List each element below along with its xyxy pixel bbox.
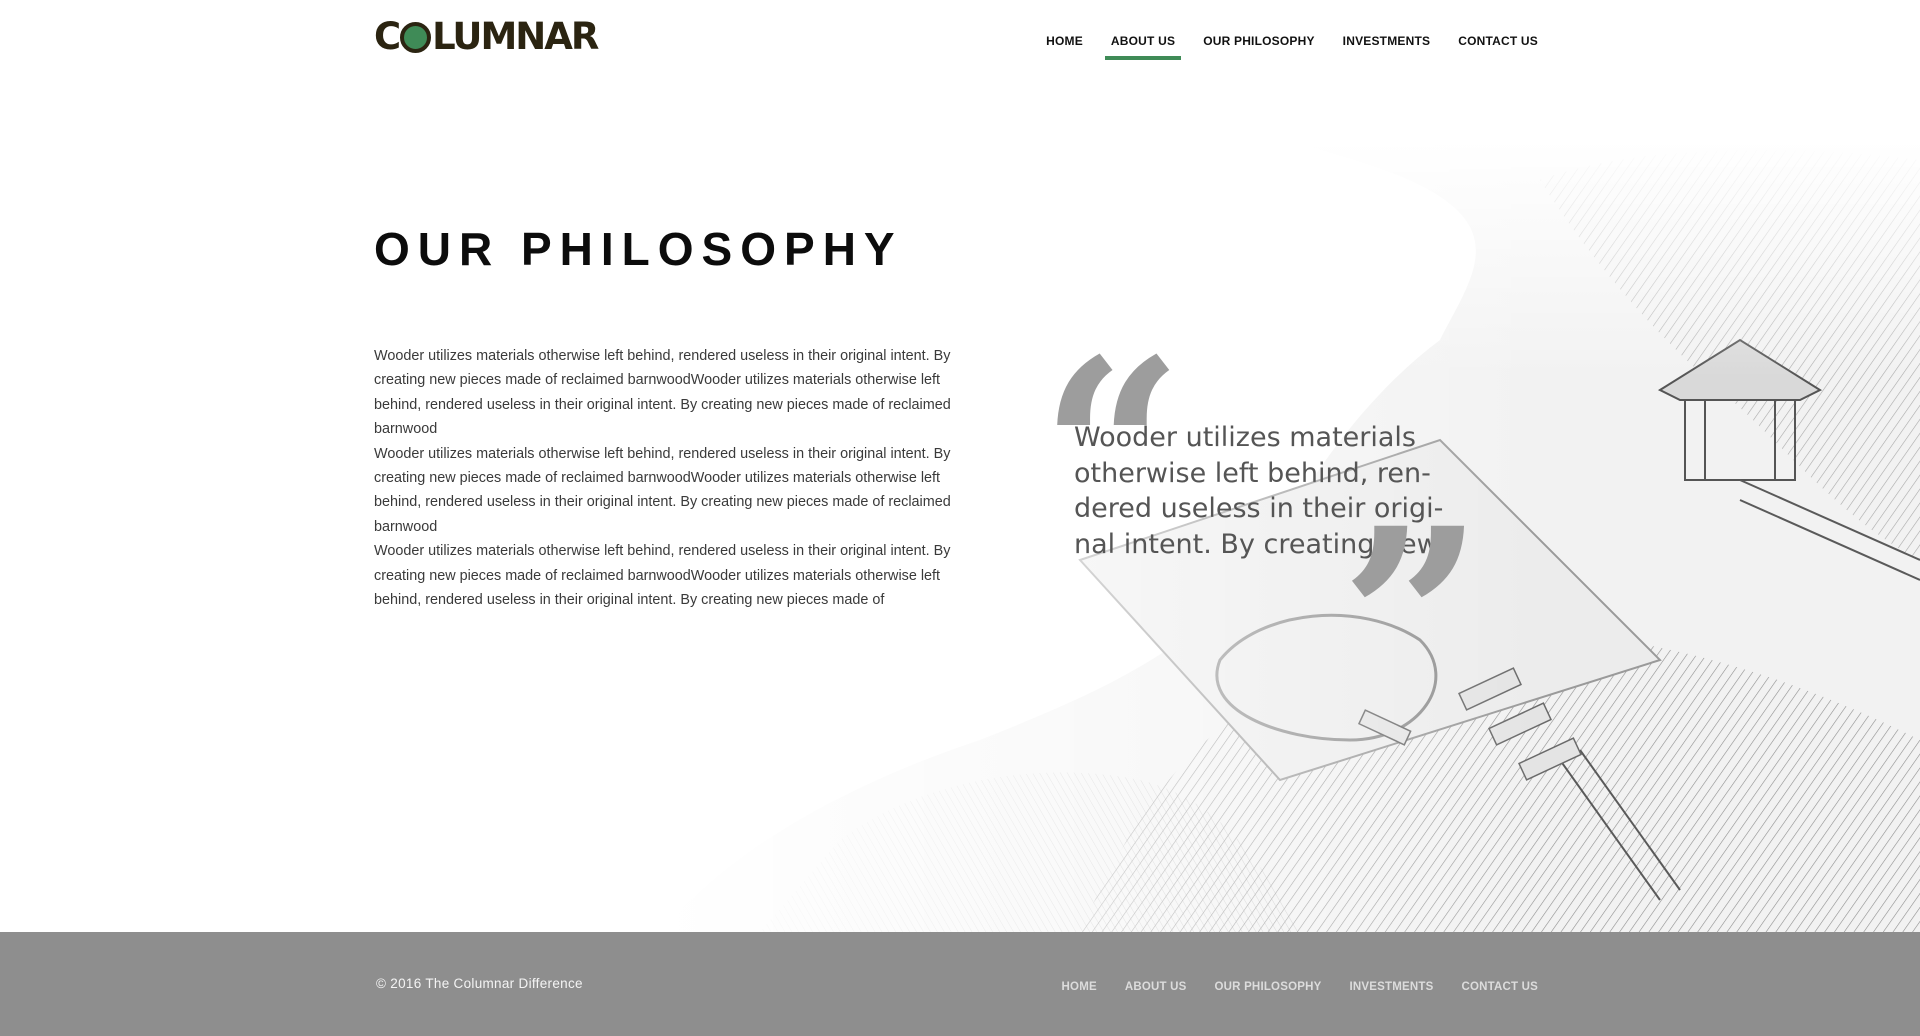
footer-nav-contact-us[interactable]: CONTACT US: [1455, 975, 1544, 1003]
nav-home[interactable]: HOME: [1040, 28, 1089, 58]
footer-nav: HOME ABOUT US OUR PHILOSOPHY INVESTMENTS…: [1040, 975, 1544, 1003]
body-paragraph-2: Wooder utilizes materials otherwise left…: [374, 445, 951, 535]
page-title: OUR PHILOSOPHY: [374, 223, 903, 275]
logo-letters-rest: LUMNAR: [432, 14, 599, 58]
close-quote-mark-icon: ”: [1340, 473, 1484, 767]
nav-about-us[interactable]: ABOUT US: [1104, 28, 1182, 60]
main-nav: HOME ABOUT US OUR PHILOSOPHY INVESTMENTS…: [1024, 28, 1544, 60]
philosophy-body: Wooder utilizes materials otherwise left…: [374, 344, 974, 612]
body-paragraph-3: Wooder utilizes materials otherwise left…: [374, 543, 951, 609]
logo-o-circle: [400, 21, 432, 53]
copyright-text: © 2016 The Columnar Difference: [376, 976, 583, 991]
pull-quote: “ Wooder utilizes materials otherwise le…: [1040, 326, 1484, 745]
footer-nav-about-us[interactable]: ABOUT US: [1119, 975, 1193, 1003]
footer-nav-home[interactable]: HOME: [1056, 975, 1103, 1003]
nav-contact-us[interactable]: CONTACT US: [1452, 28, 1544, 58]
footer-nav-investments[interactable]: INVESTMENTS: [1343, 975, 1439, 1003]
logo-letter-c: C: [374, 14, 401, 58]
footer-nav-our-philosophy[interactable]: OUR PHILOSOPHY: [1209, 975, 1328, 1003]
site-footer: © 2016 The Columnar Difference HOME ABOU…: [0, 932, 1920, 1036]
body-paragraph-1: Wooder utilizes materials otherwise left…: [374, 348, 951, 438]
columnar-logo[interactable]: C LUMNAR: [374, 14, 599, 58]
nav-our-philosophy[interactable]: OUR PHILOSOPHY: [1197, 28, 1320, 58]
site-header: C LUMNAR HOME ABOUT US OUR PHILOSOPHY INV…: [0, 0, 1920, 80]
nav-investments[interactable]: INVESTMENTS: [1337, 28, 1437, 58]
